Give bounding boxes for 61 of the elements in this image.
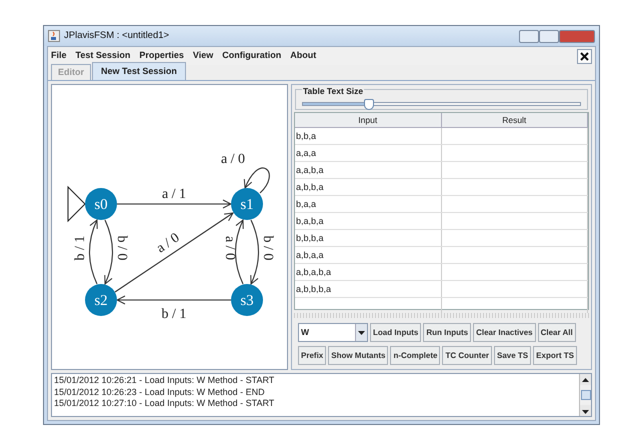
toolbar-button[interactable]: Prefix	[298, 346, 326, 365]
log-line: 15/01/2012 10:26:21 - Load Inputs: W Method - START	[54, 375, 276, 386]
table-cell: a,b,a,a	[295, 247, 442, 264]
caret-icon	[358, 330, 365, 334]
table-cell: a,b,a,b,a	[295, 264, 442, 280]
table-cell: a,a,b,a	[295, 162, 442, 178]
column-header[interactable]: Input	[295, 112, 442, 128]
state-node	[85, 188, 117, 220]
menu-item[interactable]: Configuration	[222, 49, 282, 63]
scroll-thumb[interactable]	[580, 390, 590, 400]
transition-label: a / 0	[220, 152, 246, 167]
state-label: s0	[94, 197, 108, 213]
state-label: s1	[240, 197, 254, 213]
transition-label: b / 0	[114, 236, 129, 260]
log-line: 15/01/2012 10:27:10 - Load Inputs: W Method - START	[54, 398, 276, 410]
toolbar-button[interactable]: TC Counter	[442, 346, 492, 365]
method-dropdown[interactable]: W	[298, 323, 368, 342]
toolbar-button[interactable]: Export TS	[533, 346, 577, 365]
table-cell: b,a,a	[295, 196, 442, 212]
toolbar-button[interactable]: Clear Inactives	[473, 323, 536, 342]
menu-item[interactable]: About	[290, 49, 316, 63]
state-label: s2	[94, 293, 108, 309]
table-cell: a,a,a	[295, 145, 442, 162]
minimize-button[interactable]	[519, 30, 539, 42]
transition-label: b / 1	[162, 307, 186, 322]
transition-label: b / 1	[73, 236, 88, 260]
transition-label: a / 0	[154, 230, 182, 256]
toolbar-button[interactable]: Run Inputs	[423, 323, 472, 342]
transition-label: a / 1	[162, 187, 186, 202]
java-cup-icon	[48, 30, 60, 42]
menu-item[interactable]: Test Session	[76, 49, 130, 63]
transition-arrow	[88, 220, 98, 284]
close-tab-button[interactable]	[577, 48, 592, 64]
transition-label: a / 0	[222, 236, 237, 260]
window-title: JPlavisFSM : <untitled1>	[64, 28, 170, 43]
maximize-button[interactable]	[539, 30, 559, 42]
table-cell: b,a,b,a	[295, 213, 442, 230]
toolbar-button[interactable]: Save TS	[494, 346, 532, 365]
scrollbar[interactable]	[579, 374, 591, 416]
table-cell: a,b,b,b,a	[295, 281, 442, 298]
toolbar-button[interactable]: Show Mutants	[328, 346, 388, 365]
log-line: 15/01/2012 10:26:23 - Load Inputs: W Method - END	[54, 386, 266, 398]
table-cell: b,b,b,a	[295, 230, 442, 246]
menu-item[interactable]: Properties	[139, 49, 184, 63]
menu-item[interactable]: File	[51, 49, 67, 63]
tab[interactable]: New Test Session	[92, 62, 186, 80]
transition-label: b / 0	[260, 236, 275, 260]
toolbar-button[interactable]: Load Inputs	[370, 323, 422, 342]
table-cell: b,b,a	[295, 128, 442, 144]
close-icon	[580, 52, 589, 62]
transition-arrow	[250, 220, 260, 284]
table-cell: a,b,b,a	[295, 179, 442, 196]
group-label: Table Text Size	[302, 86, 364, 96]
state-label: s3	[240, 293, 254, 309]
toolbar-button[interactable]: Clear All	[538, 323, 576, 342]
toolbar-button[interactable]: n-Complete	[390, 346, 440, 365]
close-button[interactable]	[559, 30, 595, 42]
transition-arrow	[244, 168, 270, 194]
slider-thumb[interactable]	[364, 98, 374, 110]
menu-item[interactable]: View	[192, 49, 214, 63]
column-header[interactable]: Result	[442, 112, 588, 128]
